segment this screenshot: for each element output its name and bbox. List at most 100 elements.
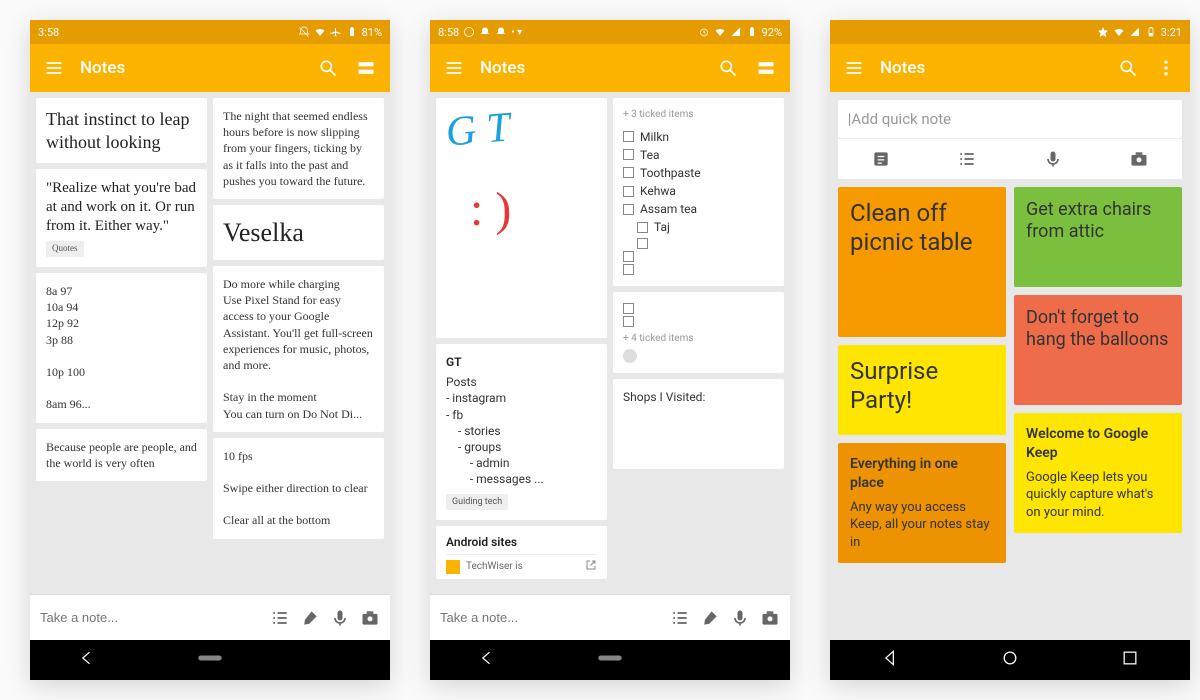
status-time: 8:58 <box>438 26 459 39</box>
note-body: Posts - instagram - fb - stories - group… <box>446 374 597 487</box>
wifi-icon <box>314 26 326 38</box>
note-card[interactable]: The night that seemed endless hours befo… <box>213 98 384 199</box>
collaborator-avatar[interactable] <box>623 349 637 363</box>
note-text: Google Keep lets you quickly capture wha… <box>1026 470 1153 520</box>
note-card[interactable]: 10 fps Swipe either direction to clear C… <box>213 438 384 539</box>
color-note[interactable]: Surprise Party! <box>838 345 1006 435</box>
search-icon[interactable] <box>716 56 740 80</box>
note-tag[interactable]: Quotes <box>46 241 84 256</box>
menu-icon[interactable] <box>842 56 866 80</box>
status-bar: 8:58 • ▾ 92% <box>430 20 790 44</box>
menu-icon[interactable] <box>42 56 66 80</box>
appbar-title: Notes <box>880 58 925 78</box>
view-toggle-icon[interactable] <box>354 56 378 80</box>
column-right: The night that seemed endless hours befo… <box>213 98 384 588</box>
note-text: Shops I Visited: <box>623 390 705 404</box>
note-title: GT <box>446 354 597 370</box>
signal-icon <box>730 26 742 38</box>
open-icon[interactable] <box>585 559 597 575</box>
check-item[interactable]: Assam tea <box>623 200 774 218</box>
note-text: 8a 97 10a 94 12p 92 3p 88 10p 100 8am 96… <box>46 284 91 411</box>
mic-icon[interactable] <box>330 608 350 628</box>
dnd-icon <box>298 26 310 38</box>
checklist-note[interactable]: + 4 ticked items <box>613 292 784 374</box>
note-text: Surprise Party! <box>850 357 938 414</box>
recent-icon[interactable] <box>1120 648 1140 672</box>
app-bar: Notes <box>430 44 790 92</box>
color-note[interactable]: Everything in one place Any way you acce… <box>838 443 1006 563</box>
search-icon[interactable] <box>316 56 340 80</box>
view-toggle-icon[interactable] <box>754 56 778 80</box>
camera-icon[interactable] <box>1129 149 1149 169</box>
more-indicator: • ▾ <box>511 27 522 38</box>
note-tag[interactable]: Guiding tech <box>446 494 508 510</box>
list-icon[interactable] <box>270 608 290 628</box>
appbar-title: Notes <box>80 58 125 78</box>
note-title: Everything in one place <box>850 455 994 493</box>
checklist-note[interactable]: + 3 ticked items Milkn Tea Toothpaste Ke… <box>613 98 784 286</box>
back-icon[interactable] <box>477 648 497 672</box>
drawing-note[interactable]: G T : ) <box>436 98 607 338</box>
list-icon[interactable] <box>670 608 690 628</box>
note-sub: TechWiser is <box>466 560 523 574</box>
color-swatch <box>446 560 460 574</box>
check-item[interactable]: Tea <box>623 146 774 164</box>
quick-note-input[interactable]: |Add quick note <box>838 100 1182 138</box>
color-note[interactable]: Welcome to Google Keep Google Keep lets … <box>1014 413 1182 533</box>
note-card[interactable]: Do more while charging Use Pixel Stand f… <box>213 266 384 432</box>
note-card[interactable]: "Realize what you're bad at and work on … <box>36 169 207 267</box>
overflow-icon[interactable] <box>1154 56 1178 80</box>
home-pill-icon[interactable] <box>190 648 230 672</box>
check-item[interactable] <box>623 263 774 276</box>
alarm-icon <box>698 26 710 38</box>
brush-icon[interactable] <box>700 608 720 628</box>
back-icon[interactable] <box>77 648 97 672</box>
status-bar: 3:58 81% <box>30 20 390 44</box>
search-icon[interactable] <box>1116 56 1140 80</box>
menu-icon[interactable] <box>442 56 466 80</box>
color-note[interactable]: Get extra chairs from attic <box>1014 187 1182 287</box>
take-note-input[interactable] <box>40 610 260 625</box>
note-card[interactable]: Shops I Visited: <box>613 379 784 469</box>
color-note[interactable]: Don't forget to hang the balloons <box>1014 295 1182 405</box>
mic-icon[interactable] <box>1043 149 1063 169</box>
status-battery: 92% <box>762 26 782 39</box>
note-card[interactable]: Because people are people, and the world… <box>36 429 207 481</box>
color-note[interactable]: Clean off picnic table <box>838 187 1006 337</box>
nav-bar <box>30 640 390 680</box>
note-text: "Realize what you're bad at and work on … <box>46 180 196 234</box>
text-note-icon[interactable] <box>871 149 891 169</box>
quick-tools <box>838 138 1182 179</box>
check-item[interactable]: Kehwa <box>623 182 774 200</box>
check-item[interactable]: Toothpaste <box>623 164 774 182</box>
check-item[interactable] <box>623 302 774 315</box>
bottom-bar <box>30 594 390 640</box>
camera-icon[interactable] <box>760 608 780 628</box>
phone-3: 3:21 Notes |Add quick note Clean off pic… <box>830 20 1190 680</box>
check-item[interactable]: Milkn <box>623 128 774 146</box>
brush-icon[interactable] <box>300 608 320 628</box>
content: |Add quick note Clean off picnic table S… <box>830 92 1190 640</box>
drawing-smile: : ) <box>470 178 511 243</box>
signal-icon <box>1129 26 1141 38</box>
check-item[interactable]: Taj <box>623 218 774 236</box>
check-item[interactable] <box>623 315 774 328</box>
note-card[interactable]: GT Posts - instagram - fb - stories - gr… <box>436 344 607 520</box>
wifi-icon <box>714 26 726 38</box>
camera-icon[interactable] <box>360 608 380 628</box>
note-card[interactable]: 8a 97 10a 94 12p 92 3p 88 10p 100 8am 96… <box>36 273 207 423</box>
status-time: 3:58 <box>38 26 59 39</box>
take-note-input[interactable] <box>440 610 660 625</box>
note-card[interactable]: Android sites TechWiser is <box>436 526 607 579</box>
note-card[interactable]: Veselka <box>213 205 384 260</box>
home-icon[interactable] <box>1000 648 1020 672</box>
note-text: The night that seemed endless hours befo… <box>223 109 368 188</box>
check-item[interactable] <box>623 237 774 250</box>
check-item[interactable] <box>623 250 774 263</box>
note-card[interactable]: That instinct to leap without looking <box>36 98 207 163</box>
home-pill-icon[interactable] <box>590 648 630 672</box>
wifi-icon <box>1113 26 1125 38</box>
list-icon[interactable] <box>957 149 977 169</box>
back-icon[interactable] <box>880 648 900 672</box>
mic-icon[interactable] <box>730 608 750 628</box>
